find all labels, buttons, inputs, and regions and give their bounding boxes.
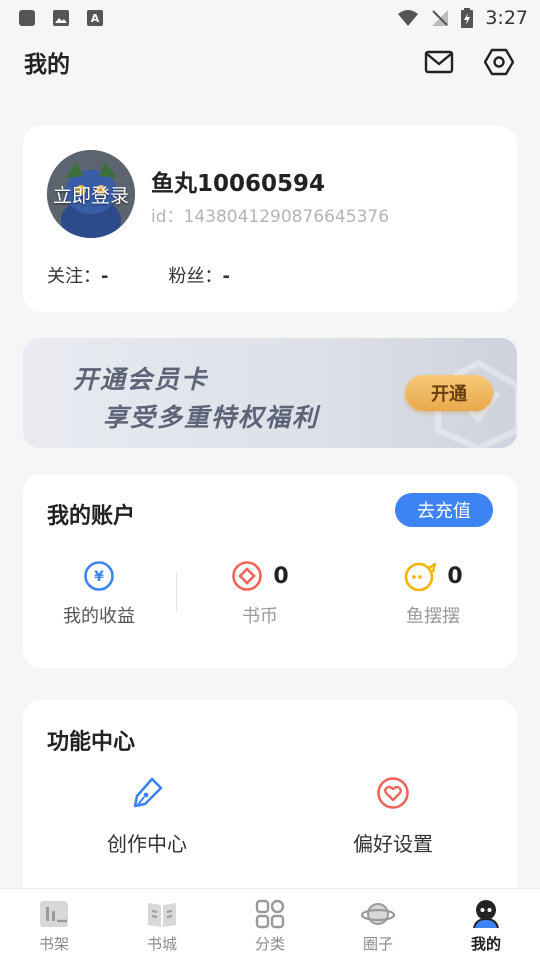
book-coin-item[interactable]: 0 书币 xyxy=(200,558,320,638)
tab-bookstore-label: 书城 xyxy=(146,935,177,953)
fish-value: 0 xyxy=(447,563,463,589)
vip-headline: 开通会员卡 xyxy=(73,365,209,394)
followers-label: 粉丝： xyxy=(168,266,223,287)
wifi-icon xyxy=(398,10,419,26)
open-vip-button[interactable]: 开通 xyxy=(405,375,493,411)
profile-card: 立即登录 鱼丸10060594 id：1438041290876645376 关… xyxy=(23,126,517,312)
earnings-item[interactable]: ¥ 我的收益 xyxy=(37,558,161,638)
following-count[interactable]: 关注：- xyxy=(47,262,108,288)
following-label: 关注： xyxy=(47,266,101,287)
followers-count[interactable]: 粉丝：- xyxy=(168,262,229,288)
preference-settings-label: 偏好设置 xyxy=(353,832,433,856)
function-center-title: 功能中心 xyxy=(47,730,136,755)
tab-category-label: 分类 xyxy=(254,935,285,953)
preference-settings-item[interactable]: 偏好设置 xyxy=(313,776,473,857)
message-button[interactable] xyxy=(422,45,456,79)
fish-label: 鱼摆摆 xyxy=(406,606,460,627)
planet-icon xyxy=(361,903,395,925)
vip-banner[interactable]: 开通会员卡 享受多重特权福利 开通 xyxy=(23,338,517,448)
followers-value: - xyxy=(222,266,230,287)
bookstore-icon xyxy=(148,903,176,927)
tab-bookshelf[interactable]: 书架 xyxy=(0,889,108,960)
fish-icon xyxy=(405,562,437,592)
tab-circle-label: 圈子 xyxy=(362,935,393,953)
heart-icon xyxy=(377,777,409,809)
fish-item[interactable]: 0 鱼摆摆 xyxy=(373,558,493,638)
battery-charging-icon xyxy=(461,8,474,28)
status-bar: A 3:27 xyxy=(0,0,540,36)
avatar[interactable]: 立即登录 xyxy=(47,150,135,238)
svg-text:A: A xyxy=(91,12,100,25)
mail-icon xyxy=(424,50,454,74)
gallery-icon xyxy=(53,10,69,26)
yuan-icon: ¥ xyxy=(84,561,114,591)
creation-center-item[interactable]: 创作中心 xyxy=(67,776,227,857)
settings-button[interactable] xyxy=(482,45,516,79)
tab-category[interactable]: 分类 xyxy=(216,889,324,960)
tab-circle[interactable]: 圈子 xyxy=(324,889,432,960)
no-signal-icon xyxy=(432,10,449,26)
bottom-tab-bar: 书架 书城 分类 圈子 我的 xyxy=(0,888,540,960)
gear-icon xyxy=(484,48,514,76)
account-divider xyxy=(176,572,177,612)
account-title: 我的账户 xyxy=(47,504,136,529)
book-coin-value: 0 xyxy=(273,563,289,589)
book-coin-label: 书币 xyxy=(242,606,278,627)
page-title: 我的 xyxy=(24,52,70,78)
account-card: 我的账户 去充值 ¥ 我的收益 0 书币 0 鱼摆摆 xyxy=(23,474,517,668)
tab-bookshelf-label: 书架 xyxy=(38,935,69,953)
pen-icon xyxy=(133,777,163,808)
svg-text:¥: ¥ xyxy=(94,569,104,585)
status-time: 3:27 xyxy=(485,7,528,29)
tab-bookstore[interactable]: 书城 xyxy=(108,889,216,960)
book-coin-icon xyxy=(232,561,263,591)
login-prompt[interactable]: 立即登录 xyxy=(47,150,135,238)
username: 鱼丸10060594 xyxy=(151,171,326,197)
text-icon: A xyxy=(87,10,103,26)
notification-square-icon xyxy=(19,10,35,26)
creation-center-label: 创作中心 xyxy=(107,832,187,856)
profile-icon xyxy=(473,900,499,929)
header: 我的 xyxy=(0,40,540,84)
following-value: - xyxy=(101,266,109,287)
recharge-button[interactable]: 去充值 xyxy=(395,493,493,527)
tab-mine[interactable]: 我的 xyxy=(432,889,540,960)
vip-subline: 享受多重特权福利 xyxy=(103,403,320,432)
user-id: id：1438041290876645376 xyxy=(151,207,390,227)
category-icon xyxy=(255,899,285,929)
earnings-label: 我的收益 xyxy=(63,606,135,627)
bookshelf-icon xyxy=(40,901,68,927)
tab-mine-label: 我的 xyxy=(470,935,501,953)
